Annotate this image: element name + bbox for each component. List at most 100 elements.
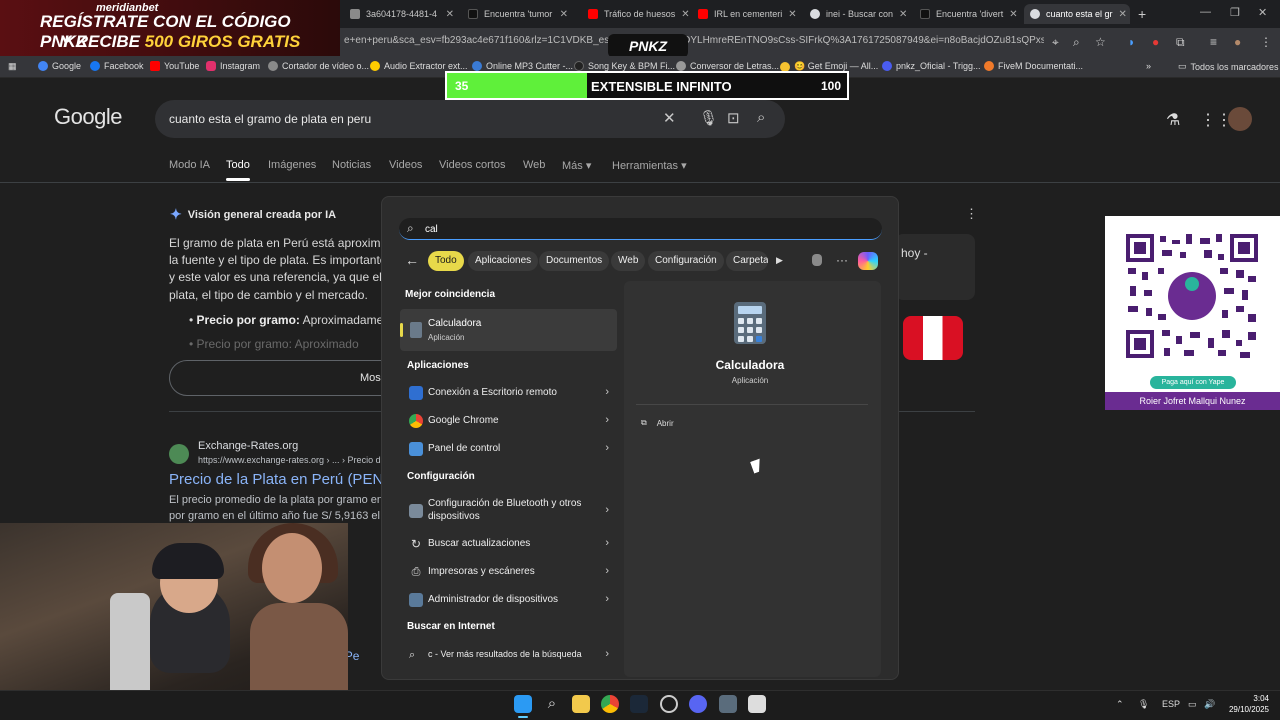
windows-search-box[interactable]: ⌕ <box>399 218 882 240</box>
app-item-remote-desktop[interactable]: Conexión a Escritorio remoto › <box>405 381 615 405</box>
close-icon[interactable]: ✕ <box>788 9 796 20</box>
extensions-puzzle-icon[interactable]: ⧉ <box>1176 35 1185 50</box>
filter-chip-aplicaciones[interactable]: Aplicaciones <box>468 251 539 271</box>
filter-chip-documentos[interactable]: Documentos <box>539 251 610 271</box>
language-indicator[interactable]: ESP <box>1162 699 1180 709</box>
browser-tab[interactable]: inei - Buscar con ✕ <box>804 4 910 24</box>
bookmark-item[interactable]: Conversor de Letras... <box>676 61 779 71</box>
site-favicon-icon[interactable] <box>169 444 189 464</box>
copilot-icon[interactable] <box>858 252 878 270</box>
bookmark-item[interactable]: Instagram <box>206 61 260 71</box>
filter-chip-configuracion[interactable]: Configuración <box>648 251 724 271</box>
bookmark-item[interactable]: Facebook <box>90 61 144 71</box>
windows-start-icon[interactable] <box>514 695 532 713</box>
app-item-chrome[interactable]: Google Chrome › <box>405 409 615 433</box>
bookmark-item[interactable]: Cortador de vídeo o... <box>268 61 369 71</box>
tab-herramientas[interactable]: Herramientas ▾ <box>612 159 687 172</box>
media-icon[interactable]: ≡ <box>1210 35 1217 49</box>
settings-item-device-manager[interactable]: Administrador de dispositivos › <box>405 588 615 612</box>
app-item-control-panel[interactable]: Panel de control › <box>405 437 615 461</box>
best-match-item[interactable]: Calculadora Aplicación <box>400 309 617 351</box>
chevron-right-icon[interactable]: › <box>605 414 609 426</box>
settings-item-updates[interactable]: ↻ Buscar actualizaciones › <box>405 532 615 556</box>
steam-icon[interactable] <box>630 695 648 713</box>
browser-tab-active[interactable]: cuanto esta el gr ✕ <box>1024 4 1130 24</box>
tab-imagenes[interactable]: Imágenes <box>268 159 316 171</box>
search-icon[interactable]: ⌕ <box>757 109 765 126</box>
location-icon[interactable]: ⌖ <box>1052 35 1059 50</box>
new-tab-icon[interactable]: + <box>1138 6 1146 22</box>
more-filters-arrow-icon[interactable]: ▶ <box>776 255 783 266</box>
web-search-item[interactable]: ⌕ c - Ver más resultados de la búsqueda › <box>405 643 615 667</box>
close-icon[interactable]: ✕ <box>899 9 907 20</box>
more-options-icon[interactable]: ··· <box>836 253 848 267</box>
profile-icon[interactable]: ● <box>1234 35 1241 49</box>
result-site-name[interactable]: Exchange-Rates.org <box>198 440 298 452</box>
filter-chip-todo[interactable]: Todo <box>428 251 464 271</box>
browser-tab[interactable]: Tráfico de huesos ✕ <box>582 4 690 24</box>
bookmark-item[interactable]: Google <box>38 61 81 71</box>
open-action[interactable]: ⧉ Abrir <box>641 418 674 428</box>
chevron-right-icon[interactable]: › <box>605 537 609 549</box>
tray-overflow-icon[interactable]: ⌃ <box>1116 699 1124 710</box>
more-options-icon[interactable]: ⋮ <box>965 206 978 222</box>
google-logo[interactable]: Google <box>54 104 122 130</box>
tab-modo-ia[interactable]: Modo IA <box>169 159 210 171</box>
search-icon[interactable]: ⌕ <box>543 695 561 713</box>
settings-item-printers[interactable]: ⎙ Impresoras y escáneres › <box>405 560 615 584</box>
labs-icon[interactable]: ⚗ <box>1166 110 1180 130</box>
settings-item-bluetooth[interactable]: Configuración de Bluetooth y otros dispo… <box>405 497 615 525</box>
result-url[interactable]: https://www.exchange-rates.org › ... › P… <box>198 455 386 465</box>
account-icon[interactable] <box>812 254 822 266</box>
ai-source-card[interactable]: hoy - <box>895 234 975 300</box>
bookmark-star-icon[interactable]: ☆ <box>1095 35 1106 49</box>
tab-videos-cortos[interactable]: Videos cortos <box>439 159 505 171</box>
close-icon[interactable]: ✕ <box>560 9 568 20</box>
chevron-right-icon[interactable]: › <box>605 593 609 605</box>
peru-flag-thumbnail[interactable] <box>903 316 963 360</box>
back-arrow-icon[interactable]: ← <box>405 252 419 268</box>
bookmarks-overflow-icon[interactable]: » <box>1146 61 1151 71</box>
bookmark-item[interactable]: Audio Extractor ext... <box>370 61 468 71</box>
discord-icon[interactable] <box>689 695 707 713</box>
windows-search-input[interactable] <box>425 221 865 237</box>
minimize-icon[interactable]: — <box>1200 6 1211 18</box>
system-clock[interactable]: 3:04 29/10/2025 <box>1225 693 1269 715</box>
close-icon[interactable]: ✕ <box>1009 9 1017 20</box>
apps-grid-icon[interactable]: ▦ <box>8 61 17 72</box>
filter-chip-web[interactable]: Web <box>611 251 646 271</box>
extension-icon[interactable]: ◗ <box>1128 35 1135 49</box>
close-icon[interactable]: ✕ <box>446 9 454 20</box>
chevron-right-icon[interactable]: › <box>605 565 609 577</box>
tab-mas[interactable]: Más ▾ <box>562 159 591 172</box>
chevron-right-icon[interactable]: › <box>605 442 609 454</box>
tab-videos[interactable]: Videos <box>389 159 422 171</box>
browser-tab[interactable]: Encuentra 'divert ✕ <box>914 4 1020 24</box>
all-bookmarks[interactable]: ▭ Todos los marcadores <box>1178 61 1279 72</box>
bookmark-item[interactable]: Song Key & BPM Fi... <box>574 61 675 71</box>
app-icon[interactable] <box>660 695 678 713</box>
bookmark-item[interactable]: YouTube <box>150 61 199 71</box>
bookmark-item[interactable]: FiveM Documentati... <box>984 61 1083 71</box>
chevron-right-icon[interactable]: › <box>605 386 609 398</box>
close-icon[interactable]: ✕ <box>681 9 689 20</box>
lens-icon[interactable]: ⊡ <box>727 109 740 127</box>
bookmark-item[interactable]: pnkz_Oficial - Trigg... <box>882 61 981 71</box>
browser-tab[interactable]: 3a604178-4481-4 ✕ <box>344 4 460 24</box>
tab-noticias[interactable]: Noticias <box>332 159 371 171</box>
avatar[interactable] <box>1228 107 1252 131</box>
search-query[interactable]: cuanto esta el gramo de plata en peru <box>169 112 371 126</box>
close-window-icon[interactable]: ✕ <box>1258 6 1267 19</box>
close-icon[interactable]: ✕ <box>1119 9 1127 20</box>
browser-tab[interactable]: IRL en cementeri ✕ <box>692 4 796 24</box>
result-title-link[interactable]: Precio de la Plata en Perú (PEN) c <box>169 471 400 488</box>
app-icon[interactable] <box>748 695 766 713</box>
volume-icon[interactable]: 🔊 <box>1204 699 1215 710</box>
extension-icon[interactable]: ● <box>1152 35 1159 49</box>
zoom-icon[interactable]: ⌕ <box>1073 35 1080 50</box>
calculator-icon[interactable] <box>719 695 737 713</box>
url-field[interactable]: e+en+peru&sca_esv=fb293ac4e671f160&rlz=1… <box>344 35 1044 46</box>
menu-icon[interactable]: ⋮ <box>1260 35 1272 49</box>
bookmark-item[interactable]: Online MP3 Cutter -... <box>472 61 573 71</box>
network-icon[interactable]: ▭ <box>1188 699 1197 710</box>
